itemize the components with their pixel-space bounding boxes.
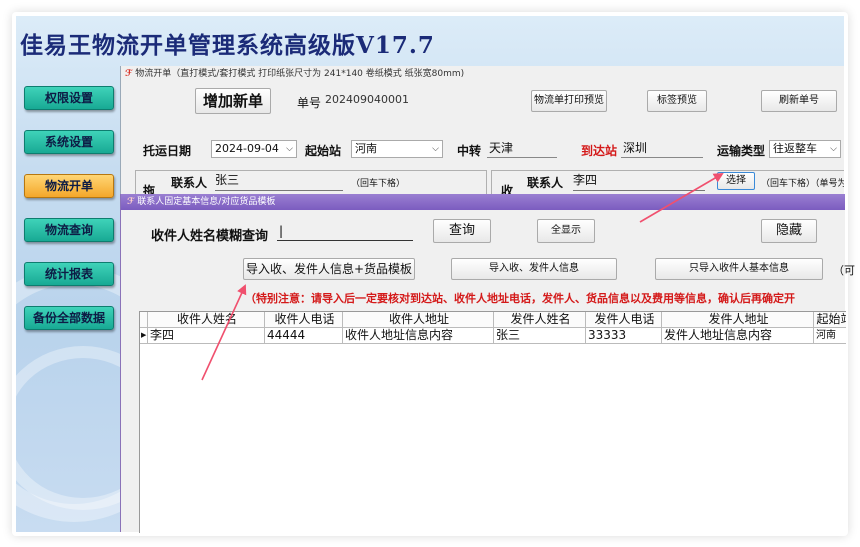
dialog-titlebar: ℱ 联系人固定基本信息/对应货品模板 xyxy=(121,194,845,210)
sidebar-item-permissions[interactable]: 权限设置 xyxy=(24,86,114,110)
contact-template-dialog: ℱ 联系人固定基本信息/对应货品模板 收件人姓名模糊查询 | 查询 全显示 隐藏 … xyxy=(120,194,855,533)
ship-date-picker[interactable]: 2024-09-04 ⌵ xyxy=(211,140,297,158)
table-cell[interactable]: 张三 xyxy=(494,328,586,344)
origin-station-label: 起始站 xyxy=(305,144,342,158)
receiver-contact-input[interactable]: 李四 xyxy=(573,172,705,191)
sidebar: 权限设置 系统设置 物流开单 物流查询 统计报表 备份全部数据 xyxy=(16,68,120,532)
contact-table: 收件人姓名 收件人电话 收件人地址 发件人姓名 发件人电话 发件人地址 起始站 … xyxy=(139,311,846,533)
receiver-enter-hint: （回车下格）（单号为 xyxy=(761,179,844,189)
chevron-down-icon: ⌵ xyxy=(830,144,837,154)
transit-input[interactable]: 天津 xyxy=(487,140,557,158)
dialog-title: 联系人固定基本信息/对应货品模板 xyxy=(137,197,276,207)
origin-station-value: 河南 xyxy=(355,142,377,155)
table-cell[interactable]: 发件人地址信息内容 xyxy=(662,328,814,344)
chevron-down-icon: ⌵ xyxy=(286,144,293,154)
sender-contact-input[interactable]: 张三 xyxy=(215,172,343,191)
column-header[interactable]: 发件人姓名 xyxy=(494,312,586,328)
ship-date-value: 2024-09-04 xyxy=(215,142,279,155)
receiver-search-label: 收件人姓名模糊查询 xyxy=(151,229,269,244)
column-header[interactable]: 发件人地址 xyxy=(662,312,814,328)
order-no-label: 单号 xyxy=(297,96,322,110)
destination-input[interactable]: 深圳 xyxy=(621,140,703,158)
import-receiver-only-button[interactable]: 只导入收件人基本信息 xyxy=(655,258,823,280)
transit-label: 中转 xyxy=(457,144,482,158)
table-header: 收件人姓名 收件人电话 收件人地址 发件人姓名 发件人电话 发件人地址 起始站 xyxy=(140,312,846,328)
show-all-button[interactable]: 全显示 xyxy=(537,219,595,243)
print-preview-button[interactable]: 物流单打印预览 xyxy=(531,90,607,112)
trailing-hint: （可 xyxy=(833,264,855,277)
import-warning: （特别注意：请导入后一定要核对到达站、收件人地址电话，发件人、货品信息以及费用等… xyxy=(245,292,795,305)
dialog-body: 收件人姓名模糊查询 | 查询 全显示 隐藏 导入收、发件人信息+货品模板 导入收… xyxy=(121,210,855,533)
receiver-search-input[interactable]: | xyxy=(277,223,413,241)
table-cell[interactable]: 李四 xyxy=(148,328,265,344)
sidebar-item-reports[interactable]: 统计报表 xyxy=(24,262,114,286)
text-cursor: | xyxy=(279,224,284,238)
sidebar-item-backup[interactable]: 备份全部数据 xyxy=(24,306,114,330)
destination-label: 到达站 xyxy=(581,144,618,158)
sidebar-item-logistics-order[interactable]: 物流开单 xyxy=(24,174,114,198)
select-contact-button[interactable]: 选择 xyxy=(717,172,755,190)
row-indicator-header xyxy=(140,312,148,328)
table-row[interactable]: ▶ 李四 44444 收件人地址信息内容 张三 33333 发件人地址信息内容 … xyxy=(140,328,846,344)
column-header[interactable]: 发件人电话 xyxy=(586,312,662,328)
order-no-value: 202409040001 xyxy=(325,93,409,106)
table-cell[interactable]: 44444 xyxy=(265,328,343,344)
add-new-order-button[interactable]: 增加新单 xyxy=(195,88,271,114)
order-window-title-text: 物流开单（直打模式/套打模式 打印纸张尺寸为 241*140 卷纸模式 纸张宽8… xyxy=(135,69,465,79)
hide-button[interactable]: 隐藏 xyxy=(761,219,817,243)
import-contacts-button[interactable]: 导入收、发件人信息 xyxy=(451,258,617,280)
order-window-title: ℱ 物流开单（直打模式/套打模式 打印纸张尺寸为 241*140 卷纸模式 纸张宽… xyxy=(121,66,844,82)
transport-type-value: 往返整车 xyxy=(773,142,817,155)
sidebar-item-logistics-query[interactable]: 物流查询 xyxy=(24,218,114,242)
table-cell[interactable]: 收件人地址信息内容 xyxy=(343,328,494,344)
import-all-template-button[interactable]: 导入收、发件人信息+货品模板 xyxy=(243,258,415,280)
app-title: 佳易王物流开单管理系统高级版V17.7 xyxy=(20,32,435,59)
table-cell[interactable]: 河南 xyxy=(814,328,846,344)
sender-contact-label: 联系人 xyxy=(171,176,208,190)
column-header[interactable]: 起始站 xyxy=(814,312,846,328)
app-logo-icon: ℱ xyxy=(127,197,135,207)
transport-type-label: 运输类型 xyxy=(717,144,766,158)
sender-enter-hint: （回车下格） xyxy=(351,179,406,189)
query-button[interactable]: 查询 xyxy=(433,219,491,243)
origin-station-select[interactable]: 河南 ⌵ xyxy=(351,140,443,158)
refresh-order-no-button[interactable]: 刷新单号 xyxy=(761,90,837,112)
column-header[interactable]: 收件人电话 xyxy=(265,312,343,328)
app-logo-icon: ℱ xyxy=(125,69,133,79)
chevron-down-icon: ⌵ xyxy=(432,144,439,154)
transport-type-select[interactable]: 往返整车 ⌵ xyxy=(769,140,841,158)
column-header[interactable]: 收件人地址 xyxy=(343,312,494,328)
column-header[interactable]: 收件人姓名 xyxy=(148,312,265,328)
ship-date-label: 托运日期 xyxy=(143,144,192,158)
table-cell[interactable]: 33333 xyxy=(586,328,662,344)
row-pointer-icon: ▶ xyxy=(140,328,148,344)
label-preview-button[interactable]: 标签预览 xyxy=(647,90,707,112)
sidebar-item-system-settings[interactable]: 系统设置 xyxy=(24,130,114,154)
receiver-contact-label: 联系人 xyxy=(527,176,564,190)
